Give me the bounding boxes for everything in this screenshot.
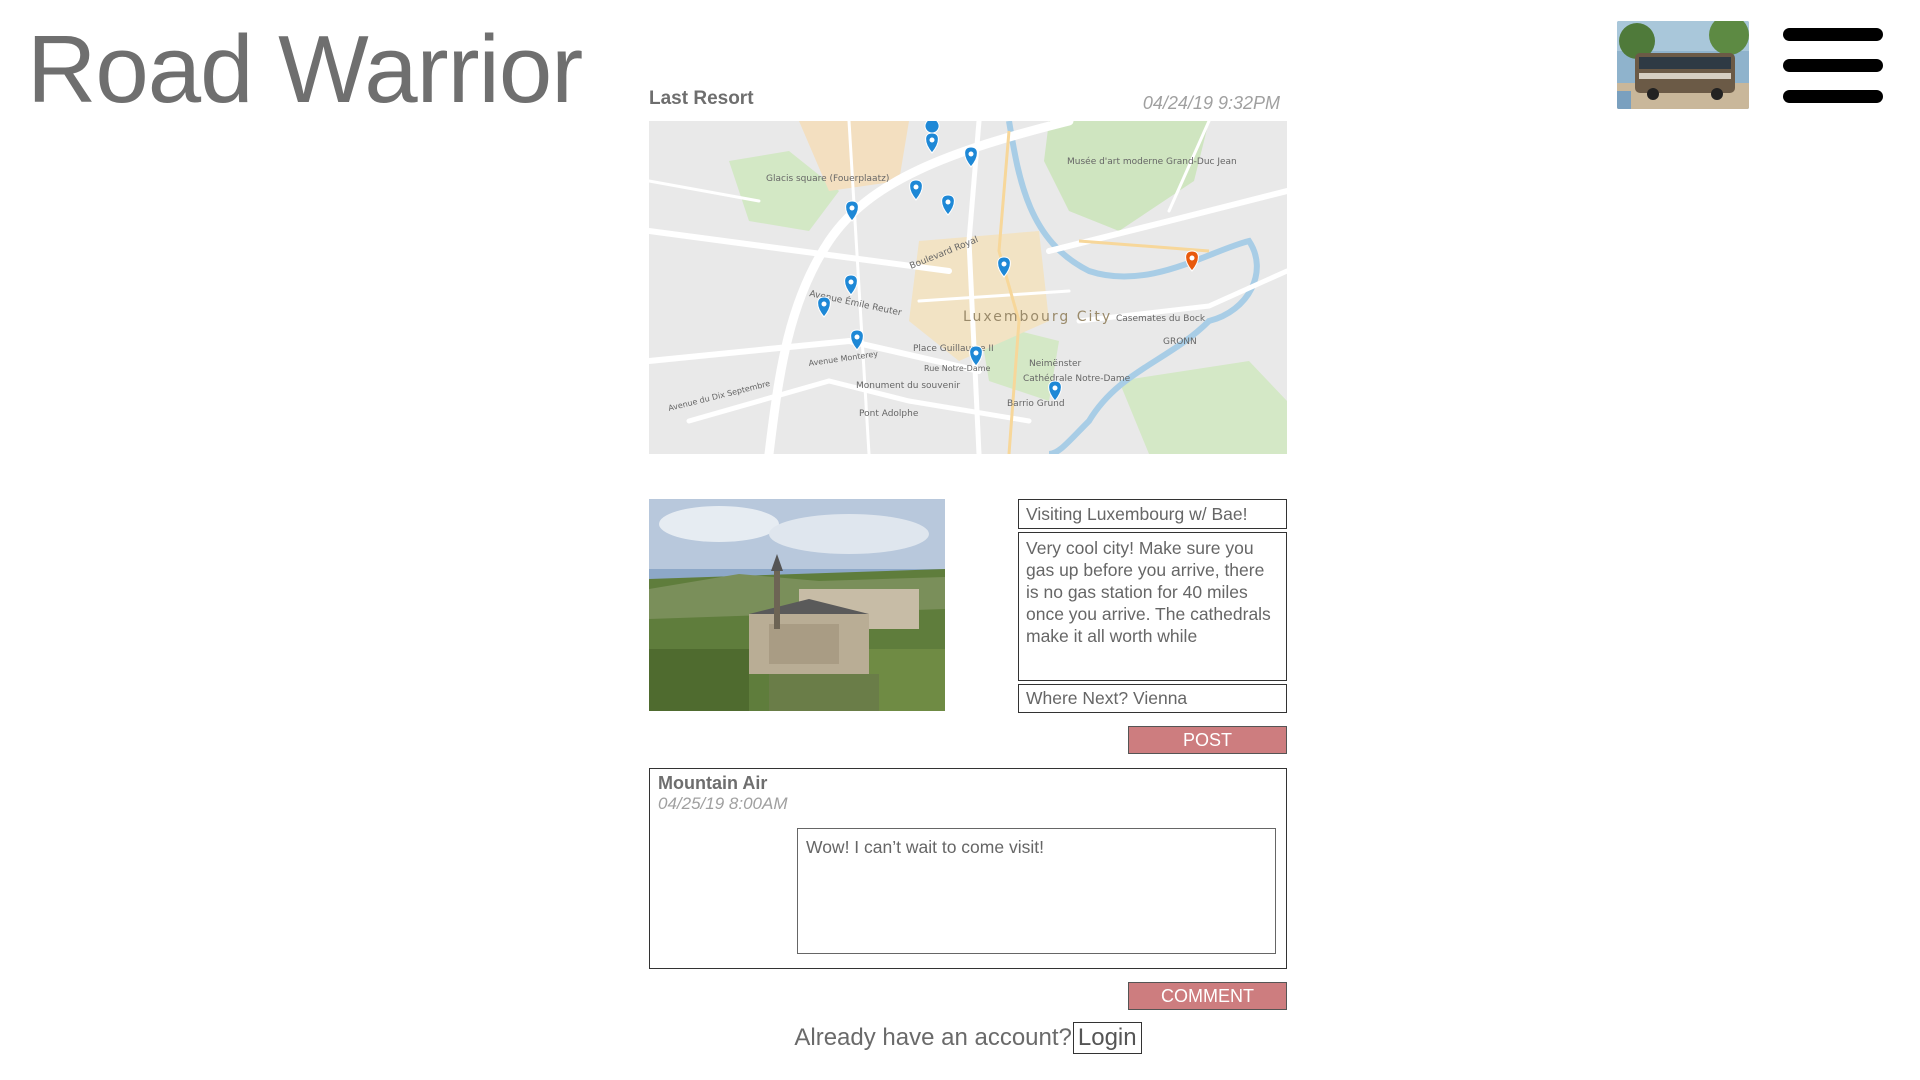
comment-author: Mountain Air [658,773,768,793]
marker-dot [821,301,827,307]
login-link[interactable]: Login [1072,1022,1142,1054]
marker-dot [929,137,935,143]
marker-dot [913,184,919,190]
login-prompt-row: Already have an account? Login [0,1022,1920,1054]
map-city-label: Luxembourg City [963,309,1112,325]
trip-map[interactable]: Musée d'art moderne Grand-Duc Jean Glaci… [649,121,1287,454]
post-timestamp: 04/24/19 9:32PM [1142,93,1280,113]
post-button[interactable]: POST [1128,726,1287,754]
login-prompt-text: Already have an account? [794,1024,1072,1051]
map-label: GRONN [1163,337,1197,347]
map-label: Monument du souvenir [856,381,960,391]
comment-timestamp: 04/25/19 8:00AM [658,794,788,813]
map-label: Pont Adolphe [859,409,919,419]
marker-dot [1001,261,1007,267]
map-label: Musée d'art moderne Grand-Duc Jean [1067,156,1237,167]
post-author: Last Resort [649,88,754,109]
marker-dot [973,350,979,356]
where-next-input[interactable] [1018,684,1287,713]
marker-dot [848,279,854,285]
map-label: Casemates du Bock [1116,314,1206,324]
app-title: Road Warrior [27,16,583,123]
marker-dot [1052,385,1058,391]
comment-button[interactable]: COMMENT [1128,982,1287,1010]
marker-dot [849,205,855,211]
map-label: Neimënster [1029,359,1082,369]
marker-dot [945,199,951,205]
post-body-textarea[interactable]: Very cool city! Make sure you gas up bef… [1018,532,1287,681]
rv-avatar-image[interactable] [1617,21,1749,109]
map-label: Rue Notre-Dame [924,364,991,373]
map-label: Cathédrale Notre-Dame [1023,373,1131,384]
post-title-input[interactable] [1018,499,1287,529]
marker-dot [854,334,860,340]
comment-textarea[interactable]: Wow! I can’t wait to come visit! [797,828,1276,954]
luxembourg-abbey-photo [649,499,945,711]
rv-bus-photo-icon [1617,21,1749,109]
comment-card: Mountain Air 04/25/19 8:00AM Wow! I can’… [649,768,1287,969]
map-label: Glacis square (Fouerplaatz) [766,174,889,184]
marker-dot [1189,255,1195,261]
hamburger-menu-icon[interactable] [1783,28,1883,104]
marker-dot [968,151,974,157]
